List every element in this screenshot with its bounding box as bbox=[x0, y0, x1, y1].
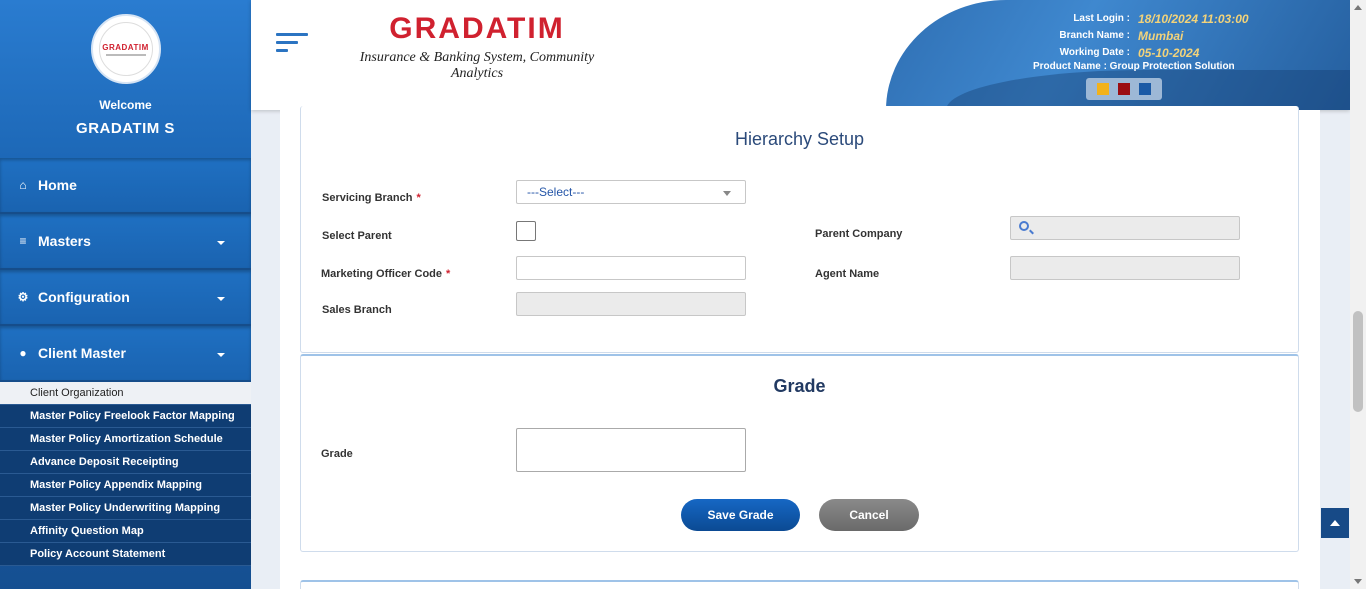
nav-item-masters[interactable]: ≡ Masters bbox=[0, 214, 251, 270]
top-header: GRADATIM Insurance & Banking System, Com… bbox=[251, 0, 1350, 110]
hierarchy-setup-title: Hierarchy Setup bbox=[734, 129, 865, 149]
back-to-top-button[interactable] bbox=[1321, 508, 1349, 538]
submenu-item-appendix-mapping[interactable]: Master Policy Appendix Mapping bbox=[0, 474, 251, 497]
brand-tagline: Insurance & Banking System, Community An… bbox=[359, 50, 595, 81]
submenu-item-account-statement[interactable]: Policy Account Statement bbox=[0, 543, 251, 566]
main-content: Hierarchy Setup Servicing Branch * ---Sel… bbox=[280, 106, 1320, 589]
nav-item-configuration[interactable]: ⚙ Configuration bbox=[0, 270, 251, 326]
submenu-item-freelook-factor[interactable]: Master Policy Freelook Factor Mapping bbox=[0, 405, 251, 428]
parent-company-label: Parent Company bbox=[815, 228, 903, 240]
sidebar: GRADATIM Welcome GRADATIM S ⌂ Home ≡ Mas… bbox=[0, 0, 251, 589]
grade-textarea[interactable] bbox=[516, 428, 746, 472]
theme-red-swatch[interactable] bbox=[1117, 83, 1130, 95]
theme-switcher bbox=[1086, 78, 1162, 100]
brand-logo-mini: GRADATIM bbox=[98, 22, 153, 76]
client-master-submenu: Client Organization Master Policy Freelo… bbox=[0, 382, 251, 566]
chevron-down-icon bbox=[217, 297, 225, 301]
submenu-item-affinity-question[interactable]: Affinity Question Map bbox=[0, 520, 251, 543]
working-date-value: 05-10-2024 bbox=[1138, 45, 1200, 60]
select-parent-label: Select Parent bbox=[322, 230, 392, 242]
hierarchy-setup-panel: Hierarchy Setup Servicing Branch * ---Sel… bbox=[300, 106, 1299, 353]
user-icon: ● bbox=[19, 346, 27, 360]
theme-blue-swatch[interactable] bbox=[1139, 83, 1152, 95]
nav-item-label: Masters bbox=[38, 233, 91, 249]
profile-section: GRADATIM Welcome GRADATIM S bbox=[0, 0, 251, 158]
chevron-down-icon bbox=[217, 241, 225, 245]
grade-title: Grade bbox=[773, 376, 826, 396]
marketing-officer-code-input[interactable] bbox=[516, 256, 746, 280]
chevron-down-icon bbox=[723, 191, 731, 196]
search-icon bbox=[1019, 221, 1029, 231]
submenu-item-amortization[interactable]: Master Policy Amortization Schedule bbox=[0, 428, 251, 451]
servicing-branch-label: Servicing Branch * bbox=[322, 192, 421, 204]
save-grade-button[interactable]: Save Grade bbox=[681, 499, 800, 531]
home-icon: ⌂ bbox=[19, 178, 27, 192]
database-icon: ≡ bbox=[19, 234, 27, 248]
brand-logo: GRADATIM Insurance & Banking System, Com… bbox=[353, 12, 601, 82]
nav-item-label: Client Master bbox=[38, 345, 126, 361]
agent-name-field bbox=[1010, 256, 1240, 280]
brand-name: GRADATIM bbox=[389, 12, 565, 45]
page-scrollbar[interactable] bbox=[1350, 0, 1366, 589]
grade-panel: Grade Grade Save Grade Cancel bbox=[300, 354, 1299, 552]
nav-item-label: Configuration bbox=[38, 289, 130, 305]
nav-item-label: Home bbox=[38, 177, 77, 193]
product-name: Product Name : Group Protection Solution bbox=[1033, 61, 1235, 72]
servicing-branch-select[interactable]: ---Select--- bbox=[516, 180, 746, 204]
last-login-label: Last Login : bbox=[1073, 13, 1130, 24]
next-panel bbox=[300, 580, 1299, 589]
agent-name-label: Agent Name bbox=[815, 268, 880, 280]
chevron-up-icon bbox=[1330, 520, 1340, 526]
scroll-up-arrow[interactable] bbox=[1354, 5, 1362, 10]
brand-mini-text: GRADATIM bbox=[102, 42, 149, 52]
avatar: GRADATIM bbox=[90, 14, 161, 84]
chevron-down-icon bbox=[217, 353, 225, 357]
sales-branch-label: Sales Branch bbox=[322, 304, 392, 316]
branch-name-value: Mumbai bbox=[1138, 28, 1184, 43]
select-parent-checkbox[interactable] bbox=[516, 221, 536, 241]
welcome-text: Welcome bbox=[99, 98, 152, 112]
sales-branch-field bbox=[516, 292, 746, 316]
menu-toggle-icon[interactable] bbox=[276, 33, 308, 57]
nav-item-home[interactable]: ⌂ Home bbox=[0, 158, 251, 214]
scroll-down-arrow[interactable] bbox=[1354, 579, 1362, 584]
header-info-panel: Last Login : 18/10/2024 11:03:00 Branch … bbox=[886, 0, 1350, 110]
cancel-button[interactable]: Cancel bbox=[819, 499, 919, 531]
submenu-item-advance-deposit[interactable]: Advance Deposit Receipting bbox=[0, 451, 251, 474]
last-login-value: 18/10/2024 11:03:00 bbox=[1138, 11, 1249, 26]
submenu-item-client-organization[interactable]: Client Organization bbox=[0, 382, 251, 405]
submenu-item-underwriting-mapping[interactable]: Master Policy Underwriting Mapping bbox=[0, 497, 251, 520]
marketing-officer-code-label: Marketing Officer Code * bbox=[321, 268, 451, 280]
grade-label: Grade bbox=[321, 448, 353, 460]
working-date-label: Working Date : bbox=[1059, 47, 1130, 58]
session-info: Last Login : 18/10/2024 11:03:00 Branch … bbox=[886, 10, 1350, 78]
nav-item-client-master[interactable]: ● Client Master bbox=[0, 326, 251, 382]
gears-icon: ⚙ bbox=[17, 290, 29, 304]
scrollbar-thumb[interactable] bbox=[1353, 311, 1363, 412]
username: GRADATIM S bbox=[76, 120, 175, 137]
branch-name-label: Branch Name : bbox=[1059, 30, 1130, 41]
theme-yellow-swatch[interactable] bbox=[1096, 83, 1109, 95]
parent-company-field[interactable] bbox=[1010, 216, 1240, 240]
